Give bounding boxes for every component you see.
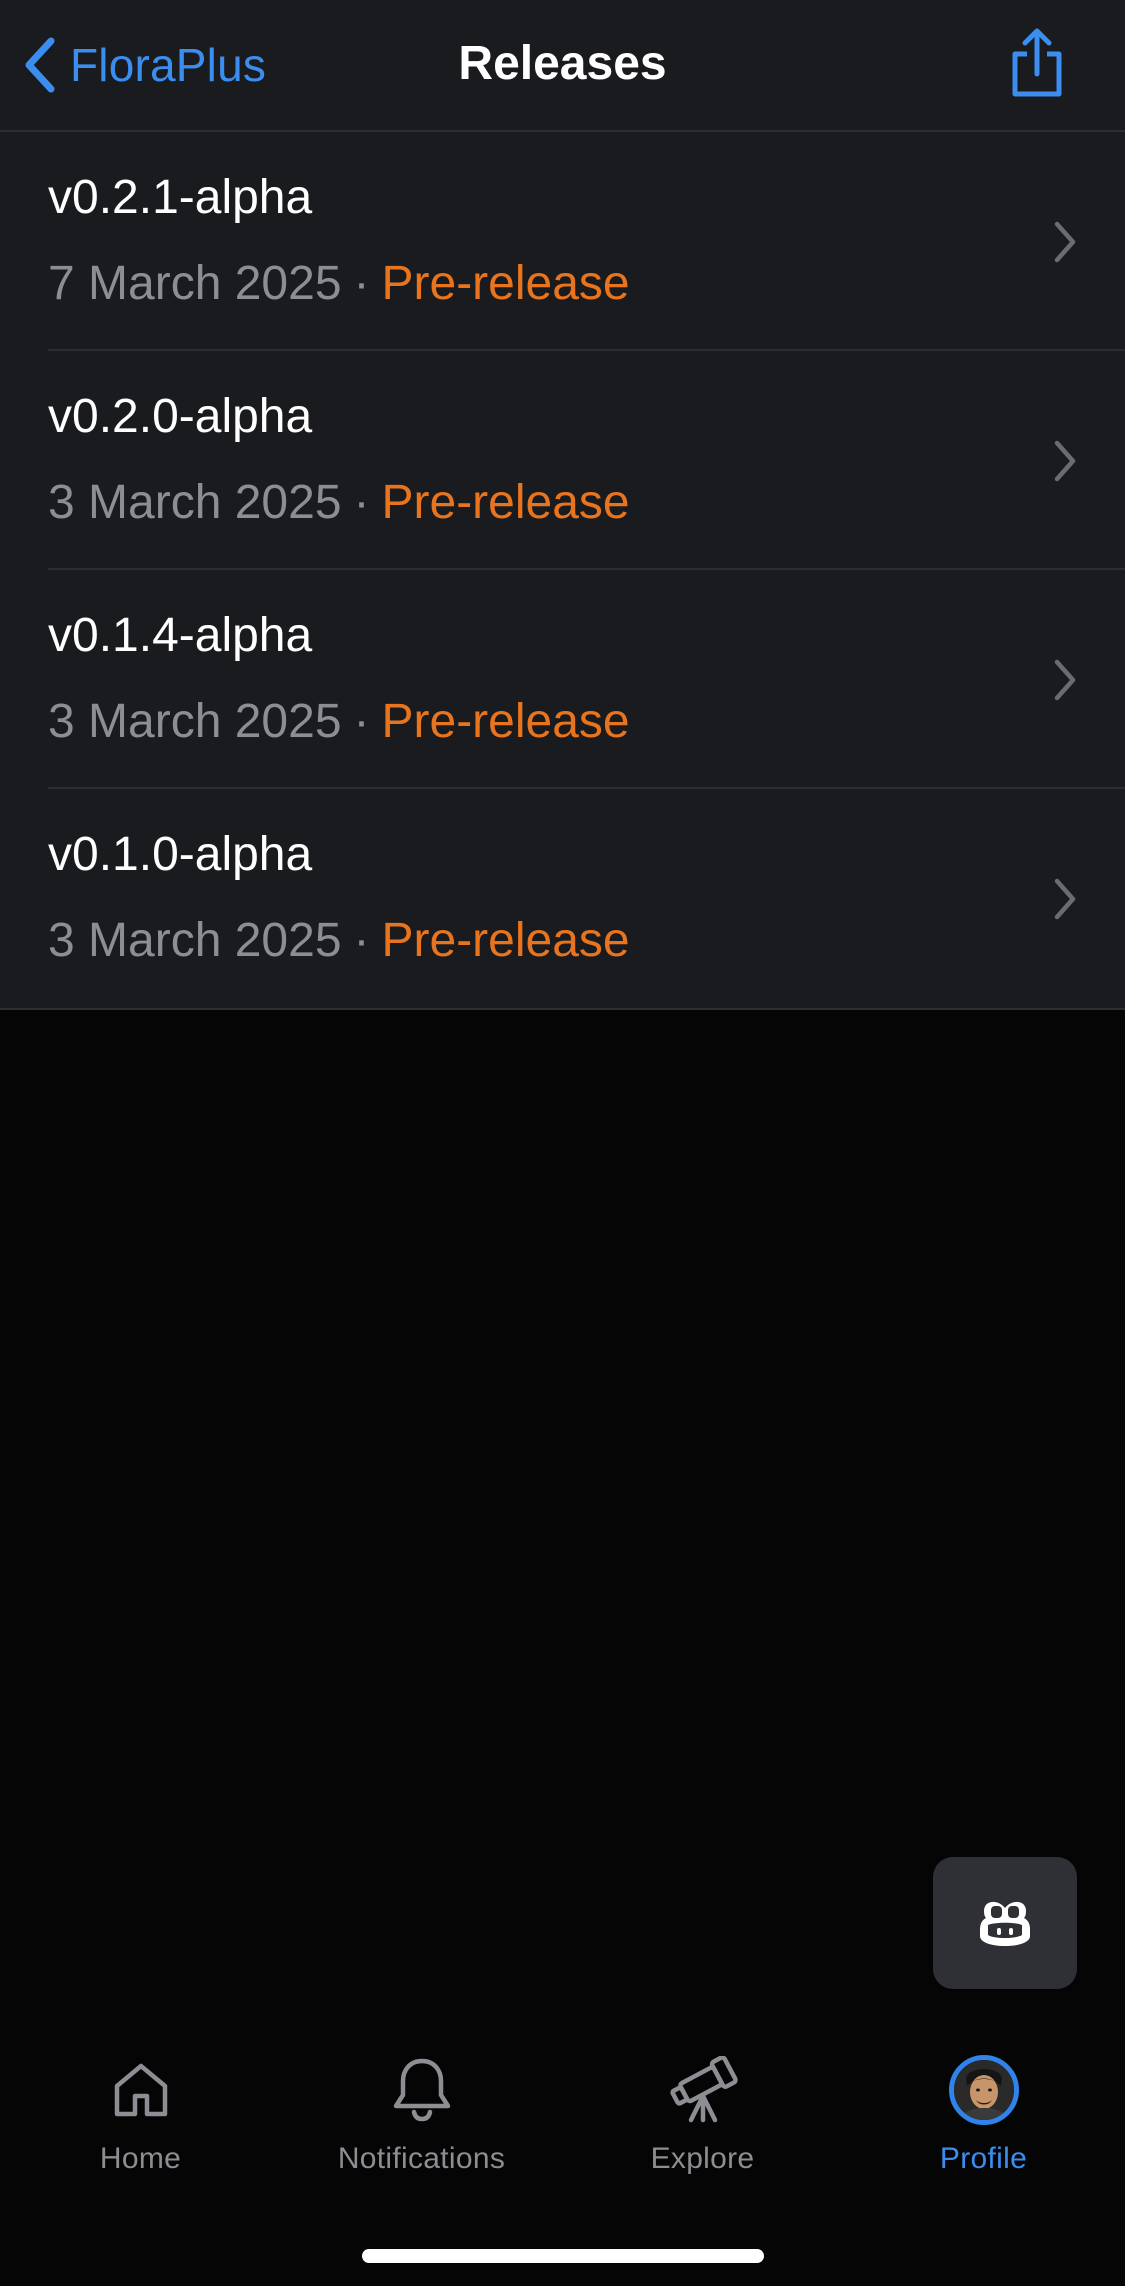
releases-list: v0.2.1-alpha 7 March 2025 · Pre-release v0… [0, 132, 1125, 1010]
release-meta: 3 March 2025 · Pre-release [48, 913, 630, 968]
release-name: v0.1.4-alpha [48, 609, 313, 662]
release-row[interactable]: v0.2.1-alpha 7 March 2025 · Pre-release [0, 132, 1125, 351]
tab-label: Home [99, 2142, 182, 2175]
release-meta: 7 March 2025 · Pre-release [48, 256, 630, 311]
tab-label: Explore [650, 2142, 755, 2175]
meta-separator: · [353, 476, 370, 529]
meta-separator: · [353, 257, 370, 310]
release-date: 3 March 2025 [48, 695, 342, 748]
prerelease-label: Pre-release [381, 695, 630, 748]
home-icon [103, 2052, 179, 2128]
release-date: 3 March 2025 [48, 914, 342, 967]
tab-explore[interactable]: Explore [562, 2030, 843, 2210]
chevron-right-icon [1054, 221, 1076, 263]
tab-label: Notifications [337, 2142, 506, 2175]
telescope-icon [665, 2052, 741, 2128]
prerelease-label: Pre-release [381, 257, 630, 310]
release-meta: 3 March 2025 · Pre-release [48, 694, 630, 749]
release-row[interactable]: v0.1.0-alpha 3 March 2025 · Pre-release [0, 789, 1125, 1008]
release-row[interactable]: v0.2.0-alpha 3 March 2025 · Pre-release [0, 351, 1125, 570]
tab-bar: Home Notifications Explore Profile [0, 2030, 1125, 2210]
bell-icon [384, 2052, 460, 2128]
release-row[interactable]: v0.1.4-alpha 3 March 2025 · Pre-release [0, 570, 1125, 789]
share-icon [1012, 28, 1062, 97]
release-meta: 3 March 2025 · Pre-release [48, 475, 630, 530]
share-button[interactable] [1007, 28, 1067, 100]
chevron-right-icon [1054, 878, 1076, 920]
navigation-bar: FloraPlus Releases [0, 0, 1125, 132]
release-name: v0.1.0-alpha [48, 828, 313, 881]
avatar [948, 2055, 1019, 2125]
tab-notifications[interactable]: Notifications [281, 2030, 562, 2210]
copilot-button[interactable] [933, 1857, 1077, 1989]
home-indicator [362, 2249, 764, 2263]
tab-home[interactable]: Home [0, 2030, 281, 2210]
release-name: v0.2.1-alpha [48, 171, 313, 224]
tab-profile[interactable]: Profile [843, 2030, 1124, 2210]
chevron-right-icon [1054, 440, 1076, 482]
meta-separator: · [353, 695, 370, 748]
prerelease-label: Pre-release [381, 914, 630, 967]
tab-label: Profile [939, 2142, 1028, 2175]
prerelease-label: Pre-release [381, 476, 630, 529]
release-name: v0.2.0-alpha [48, 390, 313, 443]
page-title: Releases [458, 37, 667, 90]
avatar-wrapper [946, 2052, 1022, 2128]
release-date: 3 March 2025 [48, 476, 342, 529]
copilot-icon [980, 1901, 1030, 1946]
meta-separator: · [353, 914, 370, 967]
chevron-right-icon [1054, 659, 1076, 701]
release-date: 7 March 2025 [48, 257, 342, 310]
